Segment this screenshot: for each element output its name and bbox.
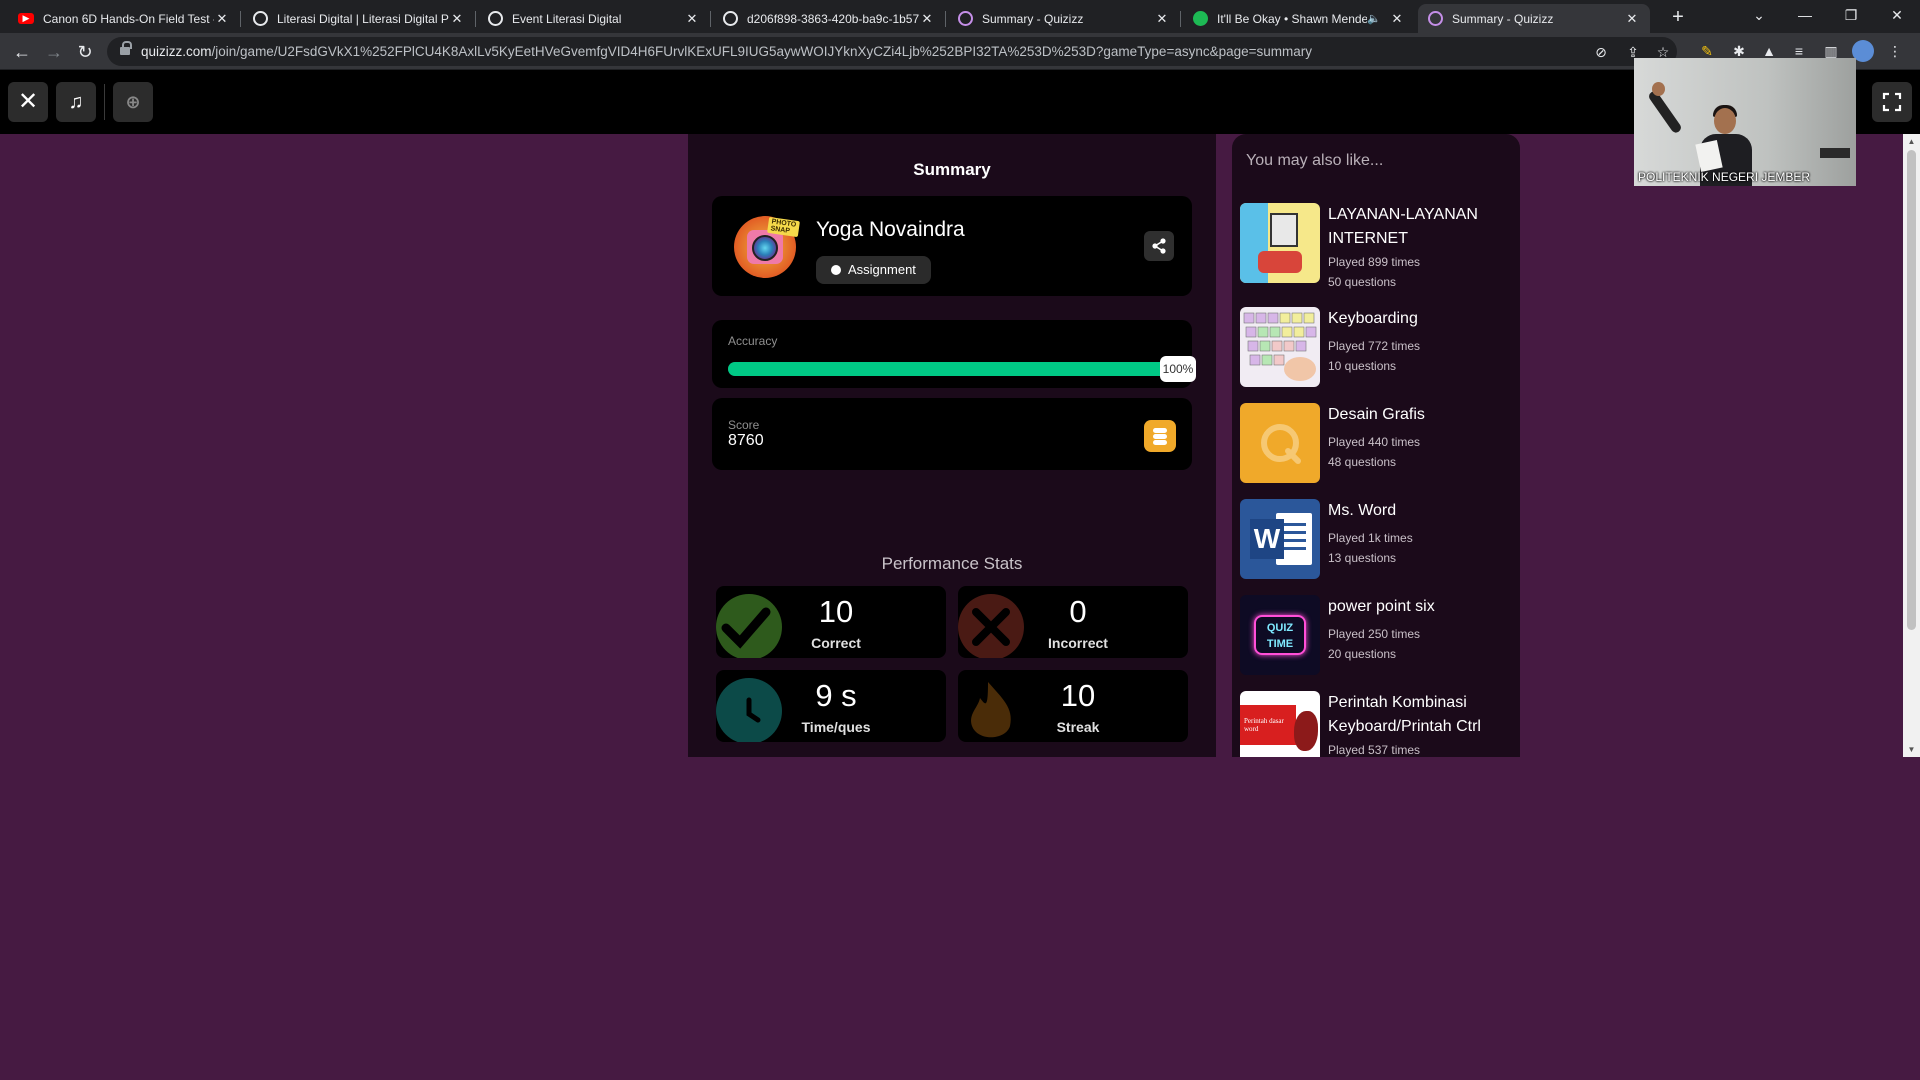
recommended-quiz[interactable]: LAYANAN-LAYANAN INTERNET Played 899 time…	[1240, 203, 1515, 289]
recommended-quiz[interactable]: QUIZ TIME power point six Played 250 tim…	[1240, 595, 1515, 677]
quizizz-topbar: ✕ ♫ ⊕	[0, 70, 1920, 134]
close-tab-icon[interactable]: ✕	[919, 11, 935, 27]
share-button[interactable]	[1144, 231, 1174, 261]
fullscreen-icon	[1882, 92, 1902, 112]
quizizz-icon	[958, 11, 973, 26]
score-value: 8760	[728, 432, 764, 449]
youtube-icon: ▶	[18, 13, 34, 24]
browser-toolbar: ← → ↻ quizizz.com/join/game/U2FsdGVkX1%2…	[0, 33, 1920, 70]
fullscreen-button[interactable]	[1872, 82, 1912, 122]
url-text[interactable]: quizizz.com/join/game/U2FsdGVkX1%252FPlC…	[141, 44, 1521, 59]
word-logo-thumbnail: W	[1240, 499, 1320, 579]
stat-correct: 10 Correct	[716, 586, 946, 658]
quiz-time-thumbnail: QUIZ TIME	[1240, 595, 1320, 675]
stopwatch-icon	[716, 678, 782, 742]
eye-off-icon[interactable]: ⊘	[1591, 42, 1611, 62]
badge-dot-icon	[831, 265, 841, 275]
reload-button[interactable]: ↻	[73, 40, 97, 64]
scroll-down-arrow[interactable]: ▼	[1907, 745, 1916, 754]
zoom-button[interactable]: ⊕	[113, 82, 153, 122]
speaker-icon[interactable]: 🔈	[1367, 12, 1381, 25]
browser-tab[interactable]: ▶ Canon 6D Hands-On Field Test - ✕	[8, 4, 241, 33]
recommendations-panel: You may also like... LAYANAN-LAYANAN INT…	[1232, 134, 1520, 757]
minimize-button[interactable]: —	[1782, 0, 1828, 30]
browser-tab[interactable]: d206f898-3863-420b-ba9c-1b57 ✕	[713, 4, 946, 33]
spotify-icon	[1193, 11, 1208, 26]
recommended-quiz[interactable]: Desain Grafis Played 440 times 48 questi…	[1240, 403, 1515, 485]
music-toggle-button[interactable]: ♫	[56, 82, 96, 122]
summary-panel: Summary PHOTO SNAP Yoga Novaindra Assign…	[688, 134, 1216, 757]
coins-icon	[1144, 420, 1176, 452]
scrollbar-thumb[interactable]	[1907, 150, 1916, 630]
quizizz-logo-thumbnail	[1240, 403, 1320, 483]
back-button[interactable]: ←	[10, 40, 34, 64]
quiz-thumbnail	[1240, 203, 1320, 283]
address-bar[interactable]: quizizz.com/join/game/U2FsdGVkX1%252FPlC…	[107, 37, 1677, 66]
webcam-caption: POLITEKNIK NEGERI JEMBER	[1638, 170, 1811, 184]
accuracy-percent: 100%	[1160, 356, 1196, 382]
keyboard-thumbnail	[1240, 307, 1320, 387]
close-tab-icon[interactable]: ✕	[1154, 11, 1170, 27]
close-tab-icon[interactable]: ✕	[684, 11, 700, 27]
new-tab-button[interactable]: +	[1664, 5, 1692, 29]
quizizz-icon	[1428, 11, 1443, 26]
restore-button[interactable]: ❐	[1828, 0, 1874, 30]
stat-streak: 10 Streak	[958, 670, 1188, 742]
player-card: PHOTO SNAP Yoga Novaindra Assignment	[712, 196, 1192, 296]
lock-icon[interactable]	[120, 41, 132, 57]
close-game-button[interactable]: ✕	[8, 82, 48, 122]
browser-menu-icon[interactable]: ⋮	[1884, 40, 1906, 62]
close-tab-icon[interactable]: ✕	[214, 11, 230, 27]
summary-title: Summary	[913, 160, 991, 179]
close-tab-icon[interactable]: ✕	[449, 11, 465, 27]
close-tab-icon[interactable]: ✕	[1389, 11, 1405, 27]
recommended-quiz[interactable]: Keyboarding Played 772 times 10 question…	[1240, 307, 1515, 389]
scroll-up-arrow[interactable]: ▲	[1907, 137, 1916, 146]
globe-icon	[723, 11, 738, 26]
share-icon	[1152, 238, 1166, 254]
browser-tab[interactable]: Event Literasi Digital ✕	[478, 4, 711, 33]
browser-tab-active[interactable]: Summary - Quizizz ✕	[1418, 4, 1650, 33]
globe-icon	[488, 11, 503, 26]
stat-time-per-question: 9 s Time/ques	[716, 670, 946, 742]
score-card: Score 8760	[712, 398, 1192, 470]
globe-icon	[253, 11, 268, 26]
page-scrollbar[interactable]: ▲ ▼	[1903, 134, 1920, 757]
tab-search-icon[interactable]: ⌄	[1736, 0, 1782, 30]
accuracy-bar	[728, 362, 1192, 376]
webcam-overlay[interactable]: POLITEKNIK NEGERI JEMBER	[1634, 58, 1856, 186]
accuracy-label: Accuracy	[728, 334, 778, 348]
flame-icon	[958, 678, 1024, 742]
browser-tab[interactable]: Summary - Quizizz ✕	[948, 4, 1181, 33]
perintah-thumbnail: Perintah dasar word	[1240, 691, 1320, 757]
stat-incorrect: 0 Incorrect	[958, 586, 1188, 658]
accuracy-bar-fill	[728, 362, 1192, 376]
recommendations-title: You may also like...	[1246, 152, 1384, 169]
mode-badge: Assignment	[816, 256, 931, 284]
browser-tab[interactable]: Literasi Digital | Literasi Digital P ✕	[243, 4, 476, 33]
player-name: Yoga Novaindra	[816, 218, 965, 241]
forward-button[interactable]: →	[42, 40, 66, 64]
browser-tab-strip: ▶ Canon 6D Hands-On Field Test - ✕ Liter…	[0, 0, 1920, 33]
accuracy-card: Accuracy 100%	[712, 320, 1196, 388]
close-tab-icon[interactable]: ✕	[1624, 11, 1640, 27]
recommended-quiz[interactable]: Perintah dasar word Perintah Kombinasi K…	[1240, 691, 1515, 757]
close-window-button[interactable]: ✕	[1874, 0, 1920, 30]
performance-stats-title: Performance Stats	[881, 554, 1023, 573]
score-label: Score	[728, 418, 760, 432]
check-icon	[716, 594, 782, 658]
topbar-divider	[104, 84, 105, 120]
recommended-quiz[interactable]: W Ms. Word Played 1k times 13 questions	[1240, 499, 1515, 581]
browser-tab[interactable]: It'll Be Okay • Shawn Mende 🔈 ✕	[1183, 4, 1415, 33]
player-avatar: PHOTO SNAP	[734, 216, 800, 278]
cross-icon	[958, 594, 1024, 658]
